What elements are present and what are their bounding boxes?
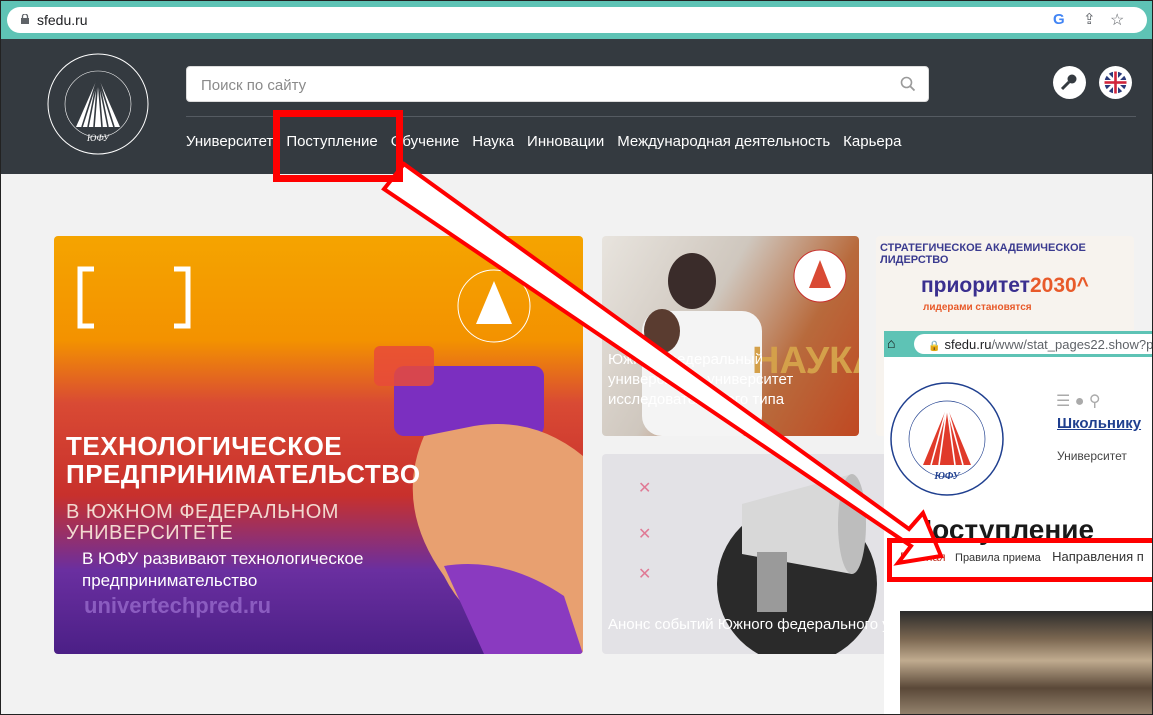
nav-item-university[interactable]: Университет [186, 133, 273, 155]
site-header: ЮФУ Университет Поступление Обучени [1, 39, 1152, 174]
login-button[interactable] [1053, 66, 1086, 99]
highlight-box-breadcrumb [887, 538, 1152, 582]
popup-toolbar-icons: ☰ ● ⚲ [1056, 391, 1101, 411]
popup-nav-university[interactable]: Университет [1057, 449, 1127, 463]
hero-banner[interactable]: ТЕХНОЛОГИЧЕСКОЕ ПРЕДПРИНИМАТЕЛЬСТВО В ЮЖ… [54, 236, 583, 654]
search-icon[interactable] [899, 75, 917, 93]
nav-item-science[interactable]: Наука [472, 133, 514, 155]
x-mark-icon: ✕ [638, 480, 652, 497]
research-card-text: Южный федеральный университет - универси… [608, 351, 794, 408]
screenshot-frame: sfedu.ru G ⇪ ☆ ЮФУ Поиск по сайту Универ… [0, 0, 1153, 715]
lock-icon [21, 14, 29, 24]
events-card[interactable]: ✕ ✕ ✕ Анонс событий Южного федерального … [602, 454, 892, 654]
x-mark-icon: ✕ [638, 526, 652, 543]
search-box [186, 66, 929, 102]
lock-icon: 🔒 [928, 341, 941, 352]
home-icon[interactable]: ⌂ [887, 335, 895, 351]
key-icon [1060, 74, 1077, 91]
university-logo[interactable]: ЮФУ [887, 375, 1007, 503]
hero-subtitle: В ЮЖНОМ ФЕДЕРАЛЬНОМ УНИВЕРСИТЕТЕ [66, 501, 339, 544]
priority-card-header: СТРАТЕГИЧЕСКОЕ АКАДЕМИЧЕСКОЕ ЛИДЕРСТВО [880, 242, 1086, 266]
popup-window: ⌂ 🔒 sfedu.ru/www/stat_pages22.show?p= ЮФУ… [884, 331, 1152, 714]
google-icon[interactable]: G [1053, 11, 1065, 28]
research-card[interactable]: НАУКА Южный федеральный университет - ун… [602, 236, 859, 436]
browser-address-bar: sfedu.ru G ⇪ ☆ [1, 1, 1152, 39]
share-icon[interactable]: ⇪ [1083, 10, 1096, 28]
uk-flag-icon [1104, 71, 1127, 94]
url-text: sfedu.ru [37, 12, 88, 28]
popup-photo [900, 611, 1152, 714]
search-icon[interactable]: ⚲ [1089, 393, 1101, 410]
schoolchild-link[interactable]: Школьнику [1057, 415, 1141, 432]
priority-card-brand: приоритет2030^ [921, 274, 1089, 297]
logo-text: ЮФУ [933, 471, 960, 482]
highlight-box-nav-admission [273, 110, 403, 182]
logo-text: ЮФУ [86, 133, 110, 143]
logo-icon [793, 249, 847, 303]
search-input[interactable] [199, 73, 883, 97]
popup-address-bar: ⌂ 🔒 sfedu.ru/www/stat_pages22.show?p= [884, 331, 1152, 357]
popup-url-text: 🔒 sfedu.ru/www/stat_pages22.show?p= [928, 337, 1152, 352]
university-logo[interactable]: ЮФУ [46, 49, 151, 164]
priority-card-tagline: лидерами становятся [923, 302, 1032, 313]
language-switch-button[interactable] [1099, 66, 1132, 99]
menu-icon[interactable]: ☰ [1056, 393, 1070, 410]
nav-item-career[interactable]: Карьера [843, 133, 901, 155]
events-card-text: Анонс событий Южного федерального универ… [608, 616, 892, 633]
user-icon[interactable]: ● [1075, 393, 1085, 410]
hero-domain: univertechpred.ru [84, 593, 272, 618]
hero-title: ТЕХНОЛОГИЧЕСКОЕ ПРЕДПРИНИМАТЕЛЬСТВО [66, 431, 421, 489]
url-field[interactable]: sfedu.ru G ⇪ ☆ [7, 7, 1147, 33]
x-mark-icon: ✕ [638, 566, 652, 583]
nav-item-innovations[interactable]: Инновации [527, 133, 604, 155]
bracket-graphic [77, 266, 191, 329]
bookmark-star-icon[interactable]: ☆ [1110, 10, 1124, 30]
nav-item-international[interactable]: Международная деятельность [617, 133, 830, 155]
hero-caption: В ЮФУ развивают технологическое предприн… [82, 549, 364, 590]
